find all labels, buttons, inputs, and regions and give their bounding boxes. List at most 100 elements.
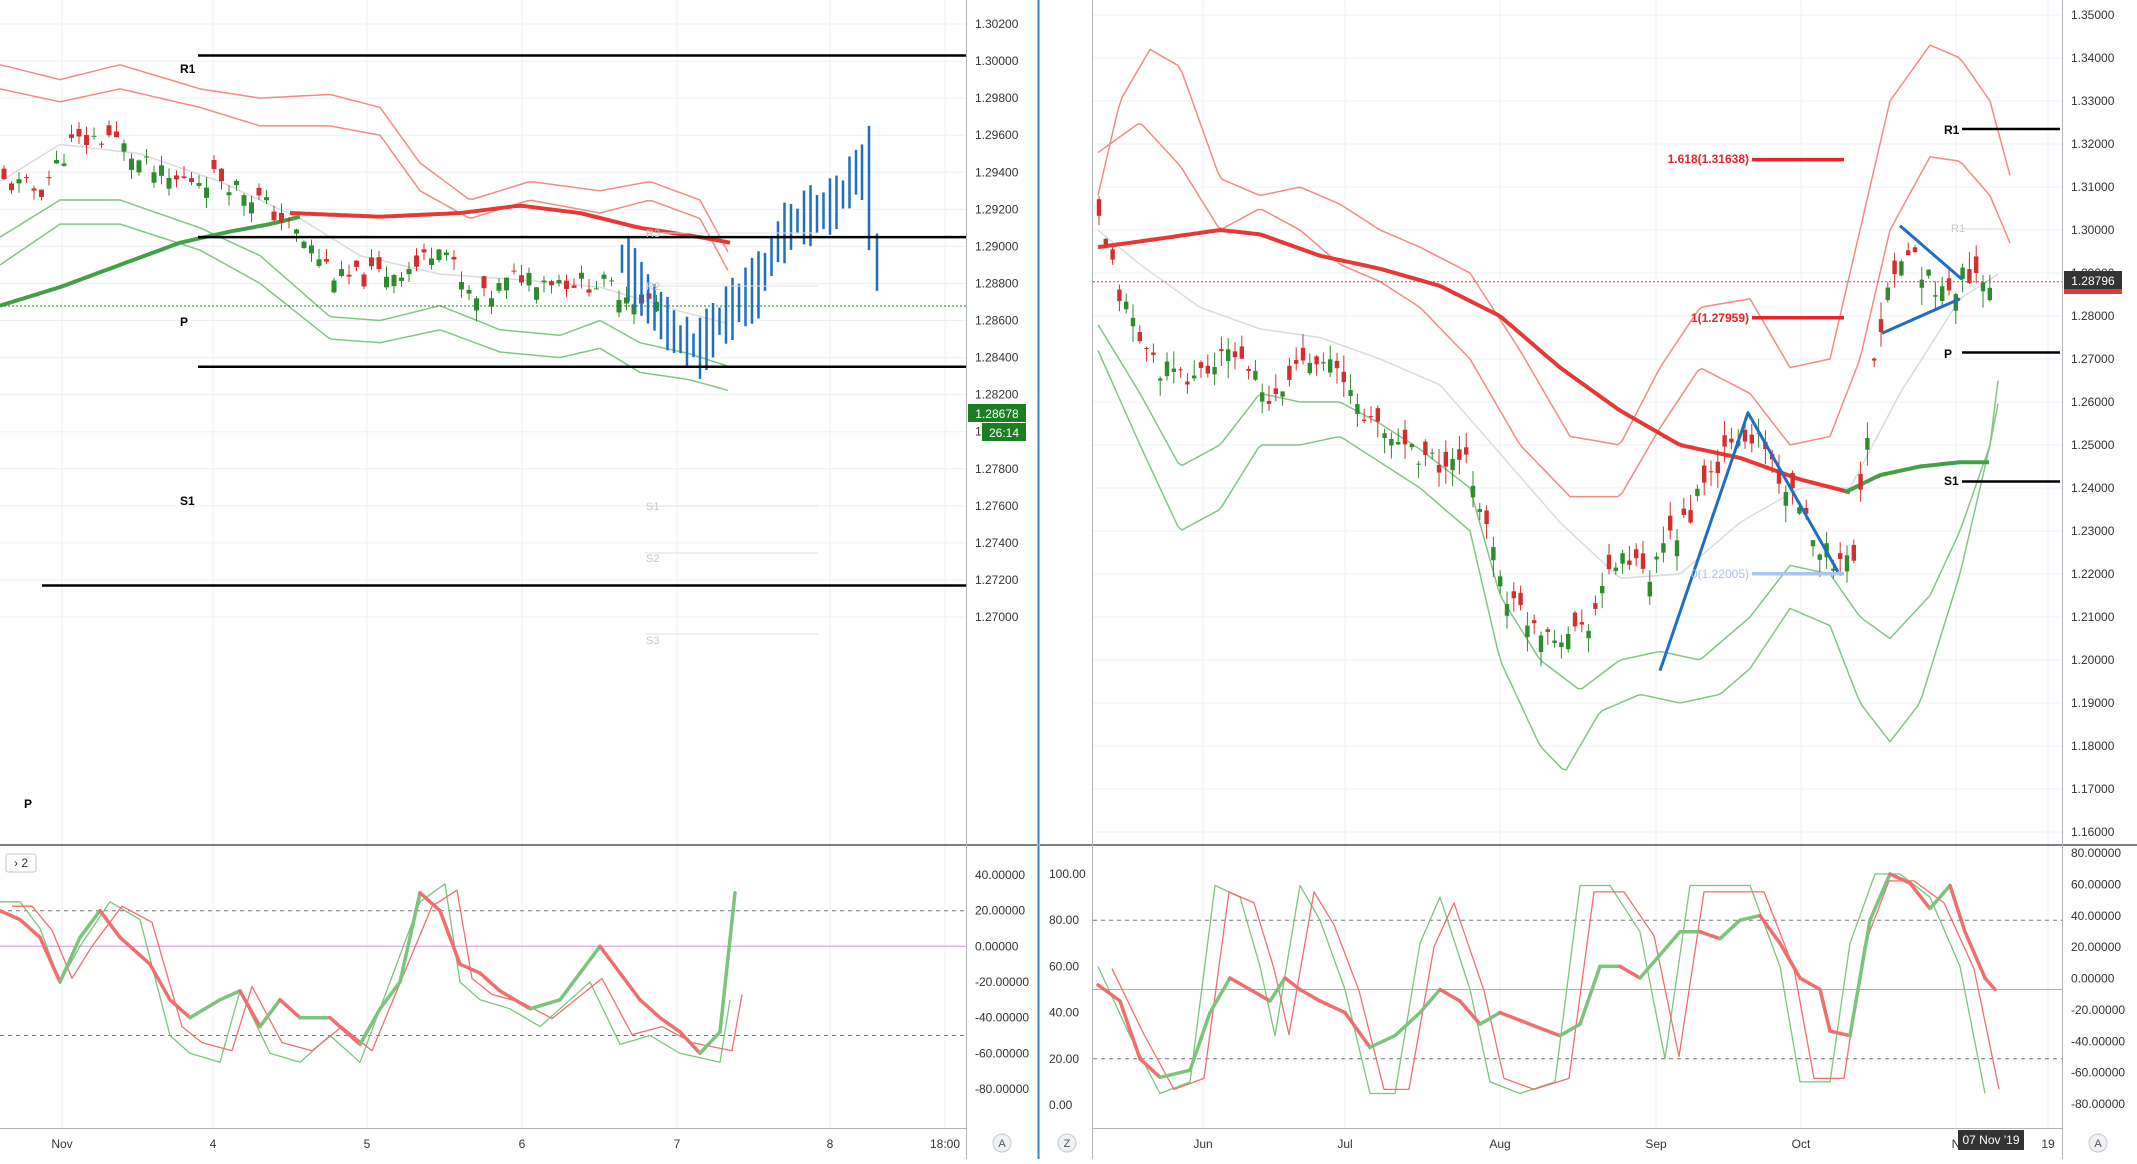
left-pivot-label-p-prev: P xyxy=(24,797,32,811)
candle-body xyxy=(1219,349,1224,352)
candle-body xyxy=(1362,419,1367,422)
candle-body xyxy=(129,158,134,170)
candle-body xyxy=(1484,510,1489,525)
candle-body xyxy=(1192,375,1197,379)
left-time-tick: 8 xyxy=(827,1137,834,1151)
left-price-tick: 1.30200 xyxy=(975,17,1019,31)
candle-body xyxy=(1525,625,1530,638)
candle-body xyxy=(549,281,554,286)
candle-body xyxy=(1885,287,1890,300)
candle-body xyxy=(24,177,29,179)
left-ghost-label-s2: S2 xyxy=(646,553,659,565)
candle-body xyxy=(189,178,194,183)
right-osc-tick-left: 40.00 xyxy=(1049,1006,1079,1020)
left-time-tick: 4 xyxy=(210,1137,217,1151)
left-price-tag: 1.28678 xyxy=(968,404,1026,422)
left-price-tick: 1.27600 xyxy=(975,499,1019,513)
candle-body xyxy=(99,143,104,145)
candle-body xyxy=(84,134,89,146)
left-price-tick: 1.28200 xyxy=(975,388,1019,402)
candle-body xyxy=(1593,603,1598,609)
candle-body xyxy=(264,197,269,201)
candle-body xyxy=(474,298,479,311)
candle-body xyxy=(114,131,119,138)
candle-body xyxy=(564,280,569,290)
candle-body xyxy=(316,259,322,266)
candle-body xyxy=(241,195,247,206)
candle-body xyxy=(39,189,44,197)
candle-body xyxy=(1783,491,1788,506)
candle-body xyxy=(136,160,142,173)
candle-body xyxy=(519,275,524,283)
candle-body xyxy=(174,175,179,180)
left-ghost-label-r3: R3 xyxy=(646,228,660,240)
right-osc-tick-left: 0.00 xyxy=(1049,1098,1073,1112)
candle-body xyxy=(1137,332,1142,342)
candle-body xyxy=(1987,287,1992,301)
candle-body xyxy=(1511,591,1516,599)
left-osc-tick: -20.00000 xyxy=(975,975,1029,989)
candle-body xyxy=(1532,620,1537,624)
candle-body xyxy=(1980,282,1986,292)
left-price-tick: 1.28400 xyxy=(975,351,1019,365)
candle-body xyxy=(1674,540,1680,557)
candle-body xyxy=(1974,256,1979,274)
candle-body xyxy=(1430,452,1435,454)
candle-body xyxy=(1654,556,1659,560)
left-ghost-label-s1: S1 xyxy=(646,501,659,513)
candle-body xyxy=(1280,391,1285,397)
left-ghost-label-s3: S3 xyxy=(646,635,659,647)
left-price-tick: 1.30000 xyxy=(975,54,1019,68)
candle-body xyxy=(61,163,67,166)
candle-body xyxy=(1464,447,1469,455)
candle-body xyxy=(1294,360,1299,364)
candle-body xyxy=(339,269,344,276)
candle-body xyxy=(1185,381,1190,385)
candle-body xyxy=(346,274,352,277)
left-time-tick: Nov xyxy=(51,1137,72,1151)
candle-body xyxy=(219,168,224,182)
right-time-tick: 19 xyxy=(2041,1137,2055,1151)
candle-body xyxy=(1906,250,1911,256)
candle-body xyxy=(594,288,599,290)
right-price-tick: 1.26000 xyxy=(2071,395,2115,409)
right-price-tick: 1.22000 xyxy=(2071,567,2115,581)
candle-body xyxy=(1409,444,1414,448)
candle-body xyxy=(31,188,37,191)
candle-body xyxy=(1559,642,1564,648)
candle-body xyxy=(1287,365,1292,380)
candle-body xyxy=(1307,362,1312,374)
right-time-tick: Oct xyxy=(1792,1137,1811,1151)
candle-body xyxy=(1681,508,1686,515)
candle-body xyxy=(1164,361,1170,377)
candle-body xyxy=(1627,560,1632,565)
right-price-tick: 1.35000 xyxy=(2071,8,2115,22)
candle-body xyxy=(1266,400,1272,404)
left-time-tick: 6 xyxy=(519,1137,526,1151)
candle-body xyxy=(1334,360,1340,369)
candle-body xyxy=(1538,635,1544,653)
candle-body xyxy=(204,187,209,198)
right-zoom-button[interactable]: Z xyxy=(1057,1133,1077,1153)
collapse-indicators-button[interactable]: › 2 xyxy=(5,853,37,873)
right-time-tick: Jun xyxy=(1193,1137,1212,1151)
candle-body xyxy=(144,156,149,158)
right-price-tick: 1.24000 xyxy=(2071,481,2115,495)
candle-body xyxy=(586,289,592,293)
right-osc-tick-right: 60.00000 xyxy=(2071,877,2121,891)
candle-body xyxy=(526,272,532,286)
right-price-tick: 1.19000 xyxy=(2071,696,2115,710)
left-osc-tick: -80.00000 xyxy=(975,1082,1029,1096)
right-auto-scale-button[interactable]: A xyxy=(2088,1133,2108,1153)
left-auto-scale-button[interactable]: A xyxy=(992,1133,1012,1153)
right-time-tick: Aug xyxy=(1489,1137,1510,1151)
candle-body xyxy=(369,257,374,267)
svg-text:07 Nov '19: 07 Nov '19 xyxy=(1963,1133,2020,1147)
candle-body xyxy=(1436,465,1442,473)
candle-body xyxy=(1110,249,1115,260)
right-price-tick: 1.31000 xyxy=(2071,180,2115,194)
candle-body xyxy=(1130,317,1136,327)
candle-body xyxy=(1402,429,1408,445)
candle-body xyxy=(1450,458,1455,471)
candle-body xyxy=(1810,540,1816,547)
